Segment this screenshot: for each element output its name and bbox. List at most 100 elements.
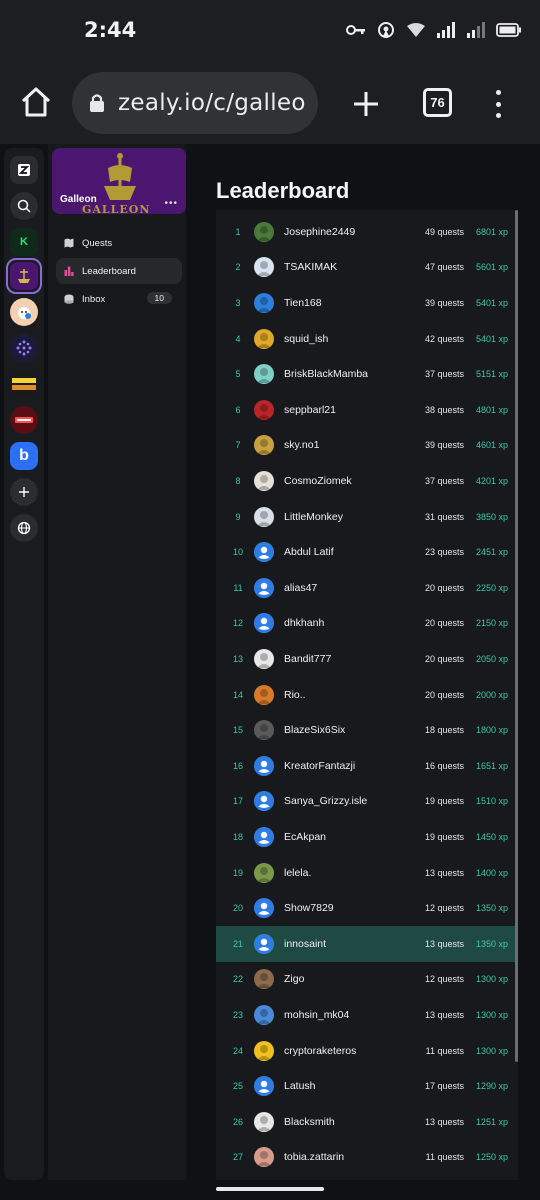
leaderboard-row[interactable]: 13 Bandit777 20 quests 2050 xp [216, 641, 518, 677]
username[interactable]: tobia.zattarin [284, 1151, 404, 1163]
username[interactable]: Bandit777 [284, 653, 404, 665]
nav-quests[interactable]: Quests [56, 230, 182, 256]
username[interactable]: KreatorFantazji [284, 760, 404, 772]
leaderboard-row[interactable]: 17 Sanya_Grizzy.isle 19 quests 1510 xp [216, 784, 518, 820]
leaderboard-row[interactable]: 3 Tien168 39 quests 5401 xp [216, 285, 518, 321]
default-avatar-icon[interactable] [254, 898, 274, 919]
username[interactable]: Latush [284, 1080, 404, 1092]
globe-icon[interactable] [10, 514, 38, 542]
home-button[interactable] [18, 84, 54, 120]
new-tab-button[interactable] [348, 86, 384, 122]
user-avatar[interactable] [254, 470, 274, 491]
username[interactable]: LittleMonkey [284, 511, 404, 523]
leaderboard-row[interactable]: 2 TSAKIMAK 47 quests 5601 xp [216, 250, 518, 286]
leaderboard-row[interactable]: 25 Latush 17 quests 1290 xp [216, 1068, 518, 1104]
user-avatar[interactable] [254, 435, 274, 456]
user-avatar[interactable] [254, 1147, 274, 1168]
user-avatar[interactable] [254, 720, 274, 741]
username[interactable]: BriskBlackMamba [284, 368, 404, 380]
leaderboard-row[interactable]: 20 Show7829 12 quests 1350 xp [216, 890, 518, 926]
address-bar[interactable]: zealy.io/c/galleo [72, 72, 318, 134]
user-avatar[interactable] [254, 969, 274, 990]
leaderboard-row[interactable]: 1 Josephine2449 49 quests 6801 xp [216, 214, 518, 250]
username[interactable]: Zigo [284, 973, 404, 985]
community-neon-icon[interactable] [10, 370, 38, 398]
username[interactable]: Show7829 [284, 902, 404, 914]
leaderboard-row[interactable]: 21 innosaint 13 quests 1350 xp [216, 926, 518, 962]
leaderboard-row[interactable]: 8 CosmoZiomek 37 quests 4201 xp [216, 463, 518, 499]
default-avatar-icon[interactable] [254, 755, 274, 776]
username[interactable]: Sanya_Grizzy.isle [284, 795, 404, 807]
username[interactable]: TSAKIMAK [284, 261, 404, 273]
leaderboard-row[interactable]: 11 alias47 20 quests 2250 xp [216, 570, 518, 606]
nav-inbox[interactable]: Inbox 10 [56, 286, 182, 312]
username[interactable]: sky.no1 [284, 439, 404, 451]
home-gesture-pill[interactable] [216, 1187, 324, 1191]
community-cat-icon[interactable] [10, 298, 38, 326]
nav-leaderboard[interactable]: Leaderboard [56, 258, 182, 284]
user-avatar[interactable] [254, 506, 274, 527]
username[interactable]: EcAkpan [284, 831, 404, 843]
username[interactable]: Rio.. [284, 689, 404, 701]
leaderboard-row[interactable]: 24 cryptoraketeros 11 quests 1300 xp [216, 1033, 518, 1069]
default-avatar-icon[interactable] [254, 826, 274, 847]
leaderboard-row[interactable]: 23 mohsin_mk04 13 quests 1300 xp [216, 997, 518, 1033]
default-avatar-icon[interactable] [254, 577, 274, 598]
user-avatar[interactable] [254, 1111, 274, 1132]
username[interactable]: Abdul Latif [284, 546, 404, 558]
leaderboard-row[interactable]: 22 Zigo 12 quests 1300 xp [216, 962, 518, 998]
community-banner[interactable]: Galleon GALLEON ••• [52, 148, 186, 214]
username[interactable]: alias47 [284, 582, 404, 594]
leaderboard-row[interactable]: 14 Rio.. 20 quests 2000 xp [216, 677, 518, 713]
community-dots-icon[interactable] [10, 334, 38, 362]
community-b-icon[interactable]: b [10, 442, 38, 470]
default-avatar-icon[interactable] [254, 613, 274, 634]
user-avatar[interactable] [254, 328, 274, 349]
leaderboard-list[interactable]: 1 Josephine2449 49 quests 6801 xp 2 TSAKIMAK 4… [216, 210, 518, 1190]
zealy-logo-icon[interactable] [10, 156, 38, 184]
leaderboard-row[interactable]: 15 BlazeSix6Six 18 quests 1800 xp [216, 712, 518, 748]
leaderboard-row[interactable]: 10 Abdul Latif 23 quests 2451 xp [216, 534, 518, 570]
leaderboard-row[interactable]: 16 KreatorFantazji 16 quests 1651 xp [216, 748, 518, 784]
leaderboard-row[interactable]: 6 seppbarl21 38 quests 4801 xp [216, 392, 518, 428]
community-k-icon[interactable]: K [10, 228, 38, 256]
default-avatar-icon[interactable] [254, 791, 274, 812]
leaderboard-row[interactable]: 12 dhkhanh 20 quests 2150 xp [216, 606, 518, 642]
add-community-icon[interactable] [10, 478, 38, 506]
leaderboard-row[interactable]: 18 EcAkpan 19 quests 1450 xp [216, 819, 518, 855]
user-avatar[interactable] [254, 364, 274, 385]
username[interactable]: innosaint [284, 938, 404, 950]
username[interactable]: CosmoZiomek [284, 475, 404, 487]
user-avatar[interactable] [254, 1004, 274, 1025]
username[interactable]: BlazeSix6Six [284, 724, 404, 736]
leaderboard-row[interactable]: 19 lelela. 13 quests 1400 xp [216, 855, 518, 891]
community-red-icon[interactable] [10, 406, 38, 434]
community-galleon-icon[interactable] [10, 262, 38, 290]
default-avatar-icon[interactable] [254, 1076, 274, 1097]
user-avatar[interactable] [254, 257, 274, 278]
default-avatar-icon[interactable] [254, 933, 274, 954]
leaderboard-row[interactable]: 27 tobia.zattarin 11 quests 1250 xp [216, 1140, 518, 1176]
more-options-icon[interactable]: ••• [164, 198, 178, 209]
leaderboard-row[interactable]: 4 squid_ish 42 quests 5401 xp [216, 321, 518, 357]
username[interactable]: Tien168 [284, 297, 404, 309]
user-avatar[interactable] [254, 1040, 274, 1061]
username[interactable]: squid_ish [284, 333, 404, 345]
leaderboard-row[interactable]: 7 sky.no1 39 quests 4601 xp [216, 428, 518, 464]
user-avatar[interactable] [254, 862, 274, 883]
username[interactable]: Blacksmith [284, 1116, 404, 1128]
user-avatar[interactable] [254, 399, 274, 420]
user-avatar[interactable] [254, 684, 274, 705]
username[interactable]: cryptoraketeros [284, 1045, 404, 1057]
search-icon[interactable] [10, 192, 38, 220]
tab-switcher-button[interactable]: 76 [423, 88, 452, 117]
leaderboard-row[interactable]: 9 LittleMonkey 31 quests 3850 xp [216, 499, 518, 535]
username[interactable]: seppbarl21 [284, 404, 404, 416]
browser-menu-button[interactable] [488, 86, 508, 122]
username[interactable]: dhkhanh [284, 617, 404, 629]
user-avatar[interactable] [254, 221, 274, 242]
user-avatar[interactable] [254, 292, 274, 313]
user-avatar[interactable] [254, 648, 274, 669]
username[interactable]: mohsin_mk04 [284, 1009, 404, 1021]
leaderboard-row[interactable]: 26 Blacksmith 13 quests 1251 xp [216, 1104, 518, 1140]
